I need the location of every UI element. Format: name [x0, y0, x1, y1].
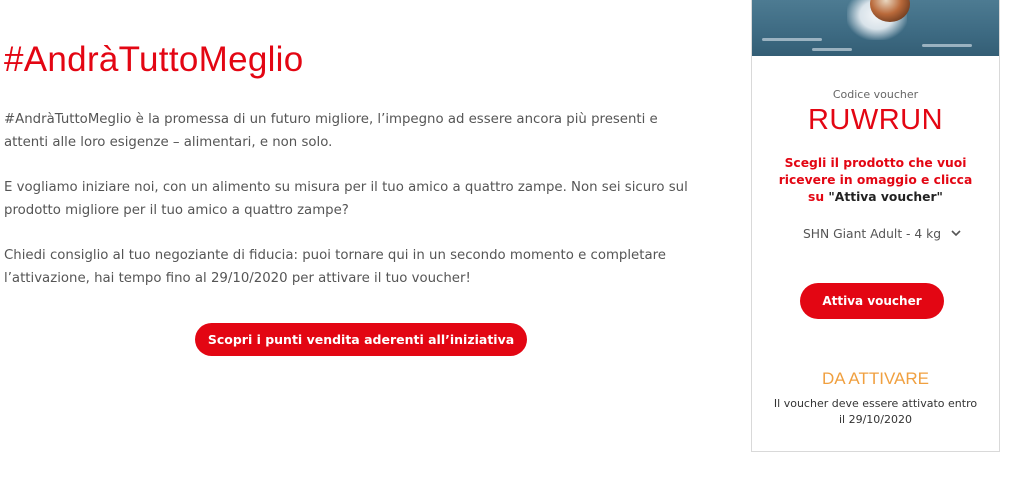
selected-product: SHN Giant Adult - 4 kg [802, 227, 942, 241]
find-stores-button[interactable]: Scopri i punti vendita aderenti all’iniz… [195, 323, 527, 356]
chevron-down-icon [951, 229, 961, 240]
intro-paragraph: E vogliamo iniziare noi, con un alimento… [4, 180, 688, 218]
intro-paragraph: Chiedi consiglio al tuo negoziante di fi… [4, 248, 666, 286]
dog-in-water-image [752, 0, 999, 56]
voucher-instruction: Scegli il prodotto che vuoi ricevere in … [774, 155, 977, 206]
voucher-card: Codice voucher RUWRUN Scegli il prodotto… [751, 0, 1000, 452]
product-select[interactable]: SHN Giant Adult - 4 kg [792, 224, 972, 244]
voucher-status: DA ATTIVARE [821, 369, 930, 388]
page-title: #AndràTuttoMeglio [4, 40, 304, 79]
intro-paragraph: #AndràTuttoMeglio è la promessa di un fu… [4, 112, 658, 150]
voucher-code-label: Codice voucher [832, 88, 919, 101]
instruction-quoted: "Attiva voucher" [828, 190, 943, 204]
voucher-code: RUWRUN [807, 104, 944, 136]
voucher-status-note: Il voucher deve essere attivato entro il… [773, 397, 978, 426]
activate-voucher-button[interactable]: Attiva voucher [800, 283, 944, 319]
